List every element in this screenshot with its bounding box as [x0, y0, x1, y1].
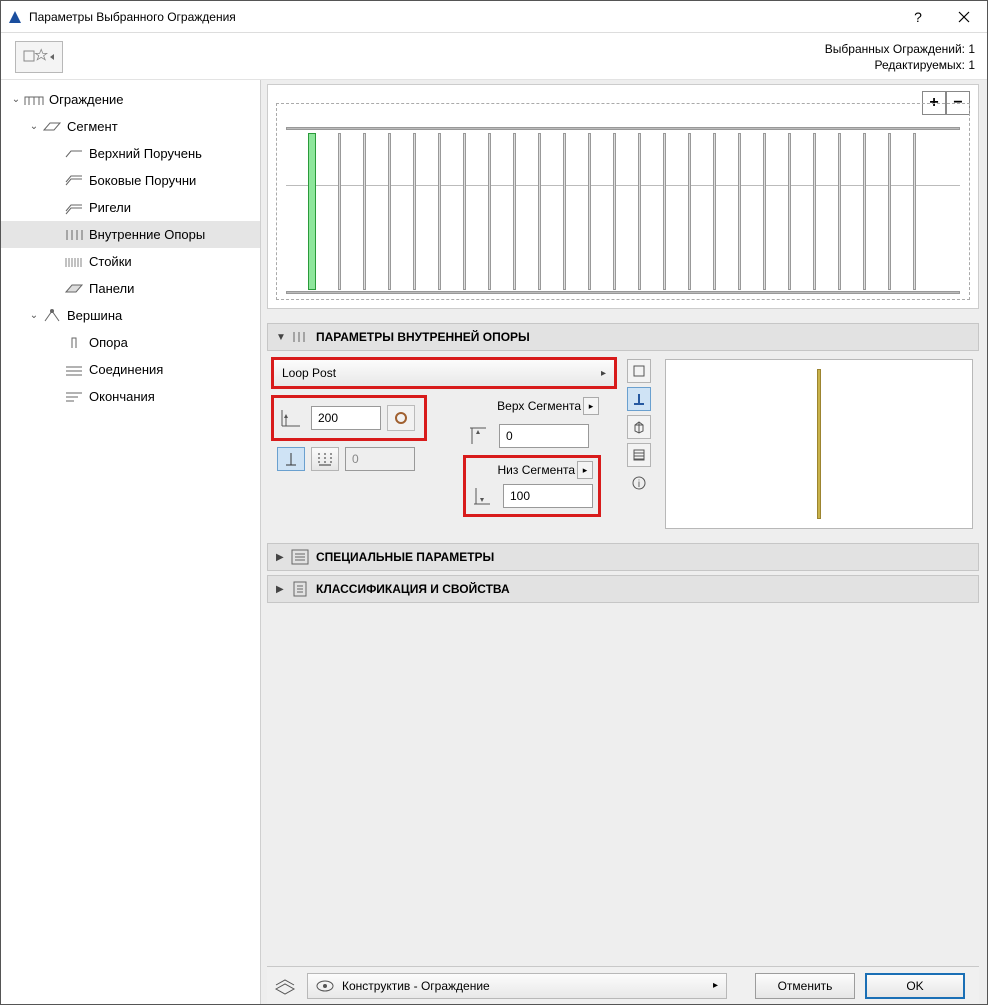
top-offset-icon	[465, 423, 493, 449]
inner-posts-icon	[290, 330, 310, 344]
bottombar: Конструктив - Ограждение ▸ Отменить OK	[267, 966, 979, 1004]
section-inner-post-params[interactable]: ▼ ПАРАМЕТРЫ ВНУТРЕННЕЙ ОПОРЫ	[267, 323, 979, 351]
preview-mode-elevation[interactable]	[627, 387, 651, 411]
bottom-ref-row: Низ Сегмента ▸	[469, 461, 593, 479]
layer-select[interactable]: Конструктив - Ограждение ▸	[307, 973, 727, 999]
window-title: Параметры Выбранного Ограждения	[29, 10, 895, 24]
post-icon	[63, 334, 85, 352]
tree-ends[interactable]: Окончания	[1, 383, 260, 410]
tree-balusters[interactable]: Стойки	[1, 248, 260, 275]
side-rails-icon	[63, 172, 85, 190]
special-params-icon	[290, 549, 310, 565]
dist-mode-single[interactable]	[277, 447, 305, 471]
chevron-down-icon: ▼	[276, 332, 290, 343]
segment-icon	[41, 118, 63, 136]
favorites-button[interactable]	[15, 41, 63, 73]
preview-highlighted-post	[308, 133, 316, 290]
inner-posts-icon	[63, 226, 85, 244]
preview-mode-column: i	[627, 359, 655, 529]
editable-count: Редактируемых: 1	[825, 57, 975, 73]
spacing-input	[345, 447, 415, 471]
info-icon[interactable]: i	[627, 471, 651, 495]
dist-mode-spacing[interactable]	[311, 447, 339, 471]
top-rail-icon	[63, 145, 85, 163]
connections-icon	[63, 361, 85, 379]
railing-preview[interactable]: + −	[267, 84, 979, 309]
app-icon	[7, 9, 23, 25]
distribution-group	[273, 447, 425, 471]
post-preview-rod	[817, 369, 821, 519]
top-ref-menu[interactable]: ▸	[583, 397, 599, 415]
main-area: ⌄ Ограждение ⌄ Сегмент Верхний Поручень …	[1, 79, 987, 1004]
top-offset-input[interactable]	[499, 424, 589, 448]
top-ref-row: Верх Сегмента ▸	[465, 397, 599, 415]
preview-mode-3d[interactable]	[627, 415, 651, 439]
tree-connections[interactable]: Соединения	[1, 356, 260, 383]
ends-icon	[63, 388, 85, 406]
selection-info: Выбранных Ограждений: 1 Редактируемых: 1	[825, 41, 975, 73]
tree-node[interactable]: ⌄ Вершина	[1, 302, 260, 329]
tree-panels[interactable]: Панели	[1, 275, 260, 302]
tree-inner-posts[interactable]: Внутренние Опоры	[1, 221, 260, 248]
help-button[interactable]: ?	[895, 1, 941, 33]
tree-root-railing[interactable]: ⌄ Ограждение	[1, 86, 260, 113]
section-special-params[interactable]: ▶ СПЕЦИАЛЬНЫЕ ПАРАМЕТРЫ	[267, 543, 979, 571]
section-body-params: Loop Post ▸	[267, 351, 979, 539]
svg-text:i: i	[638, 479, 640, 490]
horiz-offset-input[interactable]	[311, 406, 381, 430]
section-classification[interactable]: ▶ КЛАССИФИКАЦИЯ И СВОЙСТВА	[267, 575, 979, 603]
layer-icon	[273, 977, 297, 995]
tree-top-rail[interactable]: Верхний Поручень	[1, 140, 260, 167]
cancel-button[interactable]: Отменить	[755, 973, 855, 999]
post-3d-preview[interactable]	[665, 359, 973, 529]
chevron-right-icon: ▶	[276, 552, 290, 563]
bottom-offset-input[interactable]	[503, 484, 593, 508]
preview-bottom-rail	[286, 291, 960, 294]
close-button[interactable]	[941, 1, 987, 33]
dialog-window: Параметры Выбранного Ограждения ? Выбран…	[0, 0, 988, 1005]
chevron-right-icon: ▸	[713, 980, 718, 991]
top-offset-group	[465, 423, 599, 449]
chevron-right-icon: ▸	[601, 368, 606, 379]
node-icon	[41, 307, 63, 325]
sidebar-tree: ⌄ Ограждение ⌄ Сегмент Верхний Поручень …	[1, 80, 261, 1004]
chevron-down-icon: ⌄	[27, 310, 41, 321]
chevron-down-icon: ⌄	[27, 121, 41, 132]
preview-mode-2d[interactable]	[627, 359, 651, 383]
preview-mode-section[interactable]	[627, 443, 651, 467]
balusters-icon	[63, 253, 85, 271]
tree-side-rails[interactable]: Боковые Поручни	[1, 167, 260, 194]
rails-icon	[63, 199, 85, 217]
horiz-offset-group	[273, 397, 425, 439]
bottom-offset-group	[469, 483, 593, 509]
content-area: + −	[261, 80, 987, 1004]
bottom-group-highlight: Низ Сегмента ▸	[465, 457, 599, 515]
tree-post[interactable]: Опора	[1, 329, 260, 356]
topbar: Выбранных Ограждений: 1 Редактируемых: 1	[1, 33, 987, 79]
link-offset-button[interactable]	[387, 405, 415, 431]
titlebar: Параметры Выбранного Ограждения ?	[1, 1, 987, 33]
preview-top-rail	[286, 127, 960, 130]
post-type-select[interactable]: Loop Post ▸	[273, 359, 615, 387]
tree-rails[interactable]: Ригели	[1, 194, 260, 221]
eye-icon	[316, 980, 334, 992]
horiz-offset-icon	[277, 405, 305, 431]
bottom-ref-menu[interactable]: ▸	[577, 461, 593, 479]
ok-button[interactable]: OK	[865, 973, 965, 999]
bottom-offset-icon	[469, 483, 497, 509]
chevron-right-icon: ▶	[276, 584, 290, 595]
railing-icon	[23, 91, 45, 109]
panels-icon	[63, 280, 85, 298]
selected-count: Выбранных Ограждений: 1	[825, 41, 975, 57]
classification-icon	[290, 581, 310, 597]
chevron-down-icon: ⌄	[9, 94, 23, 105]
tree-segment[interactable]: ⌄ Сегмент	[1, 113, 260, 140]
